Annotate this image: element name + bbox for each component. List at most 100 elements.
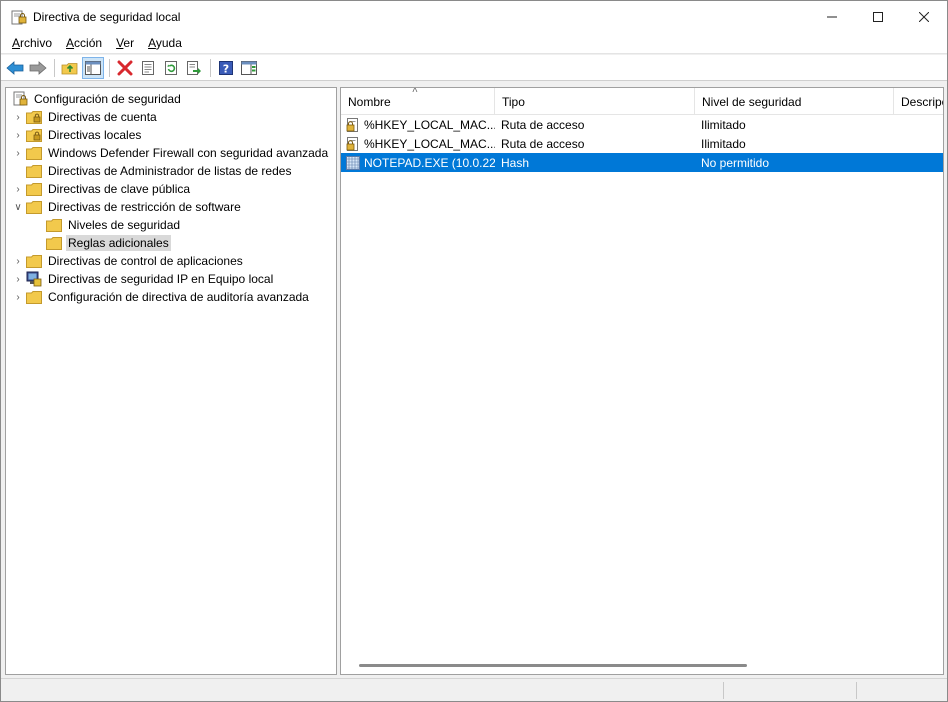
window-title: Directiva de seguridad local [33, 9, 181, 24]
tree-item-label: Configuración de directiva de auditoría … [48, 290, 309, 304]
rule-name: %HKEY_LOCAL_MAC... [364, 136, 495, 151]
path-rule-icon [345, 117, 361, 133]
minimize-icon [827, 16, 837, 17]
folder-icon [26, 254, 42, 268]
sort-ascending-icon: ˄ [412, 88, 418, 96]
tree-item-label: Reglas adicionales [66, 235, 171, 251]
delete-button[interactable] [114, 57, 136, 79]
menu-accion[interactable]: Acción [59, 36, 109, 50]
chevron-right-icon[interactable]: › [12, 144, 24, 162]
column-header-tipo[interactable]: Tipo [495, 88, 695, 115]
tree-item-reglas-adicionales[interactable]: Reglas adicionales [32, 234, 171, 252]
tree-item-label: Directivas de control de aplicaciones [48, 254, 243, 268]
back-button[interactable] [4, 57, 26, 79]
refresh-button[interactable] [160, 57, 182, 79]
menu-archivo[interactable]: Archivo [5, 36, 59, 50]
tree-item-label: Directivas de clave pública [48, 182, 191, 196]
menu-ayuda[interactable]: Ayuda [141, 36, 189, 50]
tree-item-directivas-cuenta[interactable]: › Directivas de cuenta [12, 108, 159, 126]
folder-icon [46, 218, 62, 232]
forward-arrow-icon [29, 60, 47, 75]
rule-type: Ruta de acceso [501, 136, 585, 151]
status-bar [1, 678, 947, 701]
show-action-pane-icon [241, 60, 257, 75]
horizontal-scrollbar[interactable] [359, 664, 747, 667]
tree-item-label: Directivas de cuenta [48, 110, 157, 124]
tree-item-label: Directivas de Administrador de listas de… [48, 164, 292, 178]
rule-name: NOTEPAD.EXE (10.0.22... [364, 155, 495, 170]
up-folder-icon [61, 62, 78, 74]
window-controls [809, 1, 947, 32]
show-hide-tree-icon [85, 60, 101, 75]
tree-root-label: Configuración de seguridad [34, 92, 181, 106]
chevron-right-icon[interactable]: › [12, 288, 24, 306]
chevron-right-icon[interactable]: › [12, 270, 24, 288]
minimize-button[interactable] [809, 1, 855, 32]
policy-folder-icon [26, 128, 42, 142]
export-list-icon [187, 60, 201, 75]
rule-type: Ruta de acceso [501, 117, 585, 132]
close-icon [919, 11, 929, 22]
menu-bar: Archivo Acción Ver Ayuda [1, 32, 947, 54]
folder-icon [46, 236, 62, 250]
chevron-right-icon[interactable]: › [12, 108, 24, 126]
export-list-button[interactable] [183, 57, 205, 79]
rule-level: Ilimitado [701, 136, 746, 151]
refresh-icon [165, 60, 177, 75]
column-header-descripcion[interactable]: Descripción [894, 88, 943, 115]
tree-item-niveles-seguridad[interactable]: Niveles de seguridad [32, 216, 182, 234]
help-icon: ? [219, 60, 233, 75]
show-action-pane-button[interactable] [238, 57, 260, 79]
console-tree[interactable]: Configuración de seguridad › Directivas … [5, 87, 337, 675]
help-button[interactable]: ? [215, 57, 237, 79]
tree-item-clave-publica[interactable]: › Directivas de clave pública [12, 180, 192, 198]
chevron-right-icon[interactable]: › [12, 180, 24, 198]
status-divider [723, 682, 724, 699]
tree-item-label: Directivas de seguridad IP en Equipo loc… [48, 272, 274, 286]
folder-icon [26, 146, 42, 160]
tree-item-restriccion-software[interactable]: ∨ Directivas de restricción de software [12, 198, 243, 216]
security-policy-app-icon [11, 9, 27, 25]
title-bar[interactable]: Directiva de seguridad local [1, 1, 947, 32]
policy-folder-icon [26, 110, 42, 124]
tree-item-auditoria-avanzada[interactable]: › Configuración de directiva de auditorí… [12, 288, 311, 306]
security-settings-icon [12, 91, 28, 106]
rule-name: %HKEY_LOCAL_MAC... [364, 117, 495, 132]
show-hide-tree-button[interactable] [82, 56, 104, 79]
folder-icon [26, 164, 42, 178]
svg-text:?: ? [223, 62, 229, 75]
tree-item-directivas-locales[interactable]: › Directivas locales [12, 126, 143, 144]
list-row[interactable]: %HKEY_LOCAL_MAC... Ruta de acceso Ilimit… [341, 134, 943, 153]
column-header-nivel-seguridad[interactable]: Nivel de seguridad [695, 88, 894, 115]
maximize-button[interactable] [855, 1, 901, 32]
tree-item-label: Windows Defender Firewall con seguridad … [48, 146, 329, 160]
path-rule-icon [345, 136, 361, 152]
chevron-down-icon[interactable]: ∨ [12, 198, 24, 216]
list-row[interactable]: %HKEY_LOCAL_MAC... Ruta de acceso Ilimit… [341, 115, 943, 134]
app-window: Directiva de seguridad local Archivo Acc… [0, 0, 948, 702]
chevron-right-icon[interactable]: › [12, 252, 24, 270]
rule-level: No permitido [701, 155, 770, 170]
hash-rule-icon [345, 155, 361, 171]
up-level-button[interactable] [59, 57, 81, 79]
tree-item-control-aplicaciones[interactable]: › Directivas de control de aplicaciones [12, 252, 245, 270]
tree-item-seguridad-ip[interactable]: › Directivas de seguridad IP en Equipo l… [12, 270, 275, 288]
results-list[interactable]: Nombre ˄ Tipo Nivel de seguridad Descrip… [340, 87, 944, 675]
folder-icon [26, 200, 42, 214]
column-header-nombre[interactable]: Nombre ˄ [341, 88, 495, 115]
close-button[interactable] [901, 1, 947, 32]
maximize-icon [873, 11, 883, 22]
list-row-selected[interactable]: NOTEPAD.EXE (10.0.22... Hash No permitid… [341, 153, 943, 172]
tree-item-windows-defender-firewall[interactable]: › Windows Defender Firewall con segurida… [12, 144, 330, 162]
tree-item-administrador-listas-redes[interactable]: Directivas de Administrador de listas de… [12, 162, 293, 180]
tree-item-label: Directivas locales [48, 128, 142, 142]
tree-item-label: Directivas de restricción de software [48, 200, 241, 214]
folder-icon [26, 182, 42, 196]
forward-button[interactable] [27, 57, 49, 79]
rule-type: Hash [501, 155, 530, 170]
properties-button[interactable] [137, 57, 159, 79]
chevron-right-icon[interactable]: › [12, 126, 24, 144]
rule-level: Ilimitado [701, 117, 746, 132]
tree-root[interactable]: Configuración de seguridad [10, 90, 183, 108]
menu-ver[interactable]: Ver [109, 36, 141, 50]
